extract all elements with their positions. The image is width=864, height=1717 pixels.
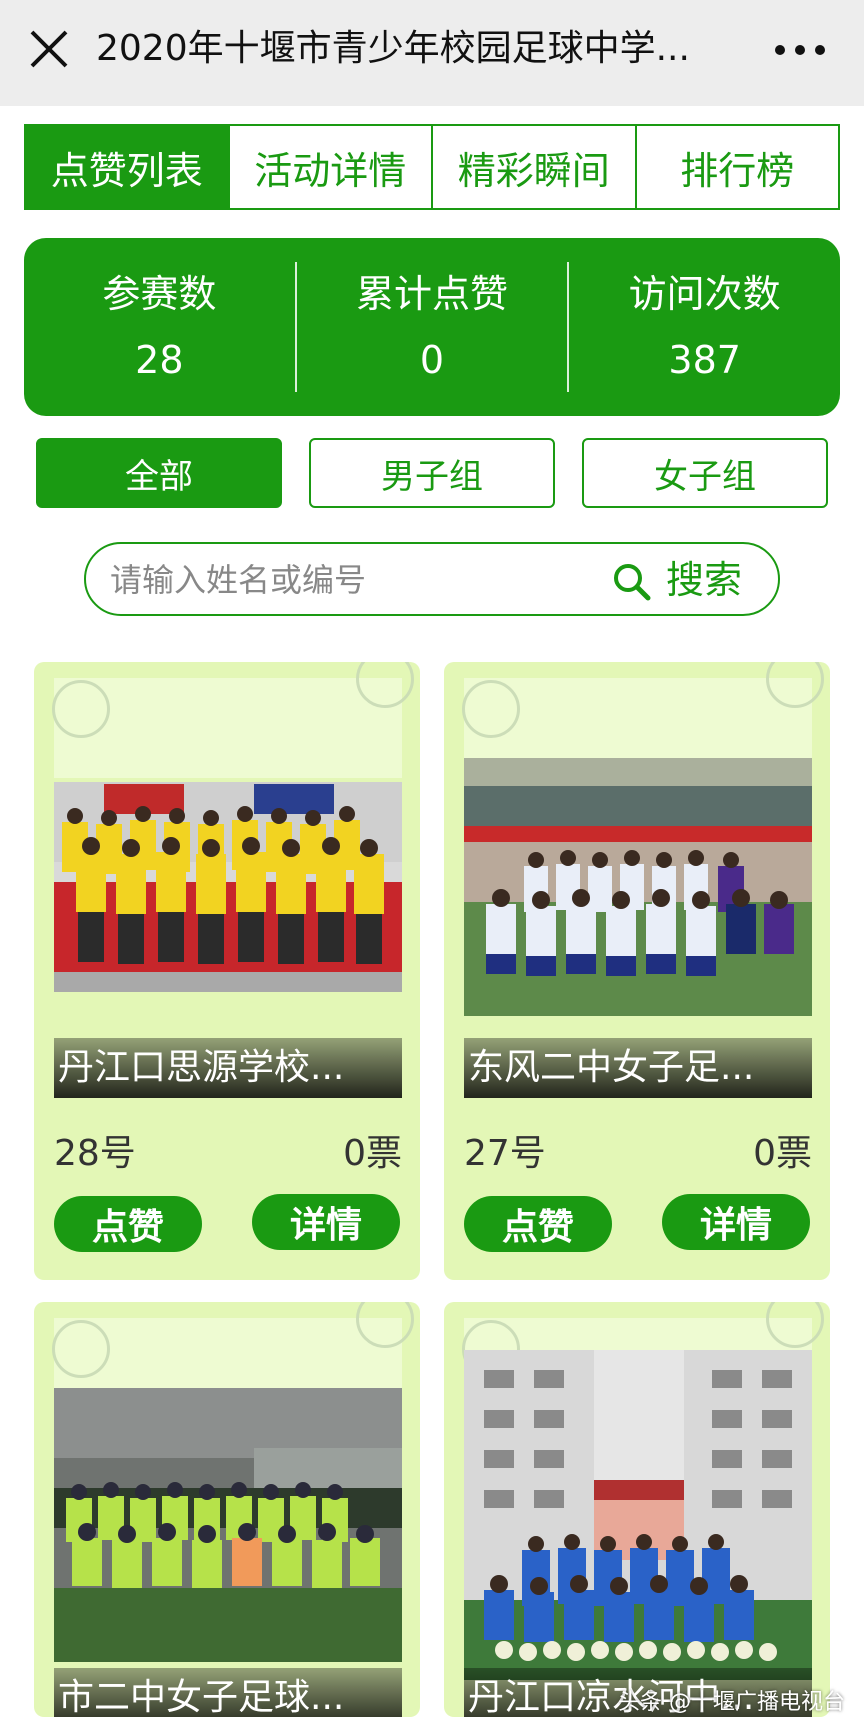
team-photo[interactable] (464, 758, 812, 1016)
soccer-ball-icon (462, 680, 520, 738)
tab-like-list[interactable]: 点赞列表 (26, 126, 228, 208)
close-icon[interactable] (26, 26, 72, 72)
stat-value: 387 (668, 338, 741, 382)
like-button[interactable]: 点赞 (54, 1196, 202, 1252)
entry-card: 丹江口凉水河中... (444, 1302, 830, 1717)
search-input[interactable] (110, 554, 580, 606)
stat-label: 累计点赞 (356, 272, 509, 316)
entry-card: 丹江口思源学校... 28号 0票 点赞 详情 (34, 662, 420, 1280)
card-header-band (54, 678, 402, 778)
filter-boys-button[interactable]: 男子组 (309, 438, 555, 508)
card-title: 东风二中女子足... (464, 1038, 812, 1098)
title-bar: 2020年十堰市青少年校园足球中学... (0, 0, 864, 106)
more-icon[interactable] (770, 30, 830, 70)
tab-leaderboard[interactable]: 排行榜 (634, 126, 838, 208)
vote-count: 0票 (753, 1133, 812, 1174)
filter-girls-button[interactable]: 女子组 (582, 438, 828, 508)
stat-visits: 访问次数 387 (567, 262, 840, 392)
entry-number: 27号 (464, 1133, 546, 1174)
stats-panel: 参赛数 28 累计点赞 0 访问次数 387 (24, 238, 840, 416)
soccer-ball-icon (52, 680, 110, 738)
team-photo[interactable] (464, 1350, 812, 1680)
tab-highlights[interactable]: 精彩瞬间 (431, 126, 635, 208)
card-title: 丹江口思源学校... (54, 1038, 402, 1098)
stat-total-likes: 累计点赞 0 (294, 262, 568, 392)
search-bar: 搜索 (84, 542, 780, 616)
team-photo[interactable] (54, 1388, 402, 1662)
tab-bar: 点赞列表 活动详情 精彩瞬间 排行榜 (24, 124, 840, 210)
card-title: 市二中女子足球... (54, 1668, 402, 1717)
tab-activity-details[interactable]: 活动详情 (227, 126, 431, 208)
vote-count: 0票 (343, 1133, 402, 1174)
page-title: 2020年十堰市青少年校园足球中学... (96, 28, 690, 69)
soccer-ball-icon (52, 1320, 110, 1378)
entry-card: 东风二中女子足... 27号 0票 点赞 详情 (444, 662, 830, 1280)
stat-value: 0 (419, 338, 445, 382)
stat-label: 访问次数 (628, 272, 781, 316)
details-button[interactable]: 详情 (662, 1194, 810, 1250)
like-button[interactable]: 点赞 (464, 1196, 612, 1252)
group-filter: 全部 男子组 女子组 (36, 438, 828, 508)
entry-number: 28号 (54, 1133, 136, 1174)
stat-participants: 参赛数 28 (24, 262, 295, 392)
stat-value: 28 (135, 338, 184, 382)
watermark: 头条 @十堰广播电视台 (618, 1690, 845, 1715)
team-photo[interactable] (54, 782, 402, 992)
entry-card: 市二中女子足球... (34, 1302, 420, 1717)
details-button[interactable]: 详情 (252, 1194, 400, 1250)
filter-all-button[interactable]: 全部 (36, 438, 282, 508)
search-button[interactable]: 搜索 (666, 554, 742, 606)
search-icon[interactable] (612, 562, 652, 602)
stat-label: 参赛数 (102, 272, 217, 316)
